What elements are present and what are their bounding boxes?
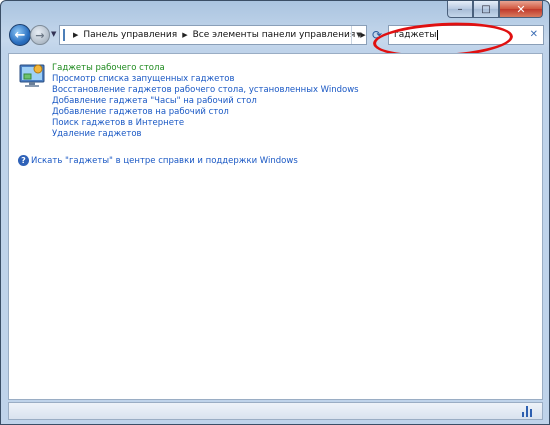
desktop-gadgets-icon	[19, 64, 45, 87]
gadgets-results: Гаджеты рабочего стола Просмотр списка з…	[52, 63, 359, 140]
control-panel-icon	[63, 29, 65, 41]
back-button[interactable]: ←	[9, 24, 31, 46]
breadcrumb-control-panel[interactable]: Панель управления	[83, 30, 177, 40]
recent-pages-dropdown-icon[interactable]: ▼	[51, 30, 56, 38]
explorer-window: – □ ✕ ← → ▼ ▶ Панель управления ▶ Все эл…	[0, 0, 550, 425]
help-icon: ?	[18, 155, 29, 166]
link-add-gadgets[interactable]: Добавление гаджетов на рабочий стол	[52, 107, 359, 118]
address-dropdown-icon[interactable]: ▼	[351, 26, 366, 44]
minimize-button[interactable]: –	[447, 1, 473, 18]
help-search-link[interactable]: ? Искать "гаджеты" в центре справки и по…	[18, 155, 298, 166]
address-bar[interactable]: ▶ Панель управления ▶ Все элементы панел…	[59, 25, 367, 45]
close-button[interactable]: ✕	[499, 1, 543, 18]
chevron-right-icon[interactable]: ▶	[182, 31, 187, 39]
link-restore-gadgets[interactable]: Восстановление гаджетов рабочего стола, …	[52, 85, 359, 96]
link-uninstall-gadgets[interactable]: Удаление гаджетов	[52, 129, 359, 140]
maximize-button[interactable]: □	[473, 1, 499, 18]
results-pane: Гаджеты рабочего стола Просмотр списка з…	[8, 53, 543, 400]
chevron-right-icon[interactable]: ▶	[73, 31, 78, 39]
link-find-gadgets-online[interactable]: Поиск гаджетов в Интернете	[52, 118, 359, 129]
status-bar	[8, 402, 543, 420]
help-search-text[interactable]: Искать "гаджеты" в центре справки и подд…	[31, 156, 298, 166]
forward-button[interactable]: →	[30, 25, 50, 45]
signal-bars-icon	[522, 406, 532, 417]
breadcrumb-all-items[interactable]: Все элементы панели управления	[193, 30, 356, 40]
result-title[interactable]: Гаджеты рабочего стола	[52, 63, 359, 74]
clear-search-icon[interactable]: ✕	[530, 29, 538, 40]
caption-buttons: – □ ✕	[447, 1, 543, 18]
link-add-clock-gadget[interactable]: Добавление гаджета "Часы" на рабочий сто…	[52, 96, 359, 107]
link-view-running-gadgets[interactable]: Просмотр списка запущенных гаджетов	[52, 74, 359, 85]
